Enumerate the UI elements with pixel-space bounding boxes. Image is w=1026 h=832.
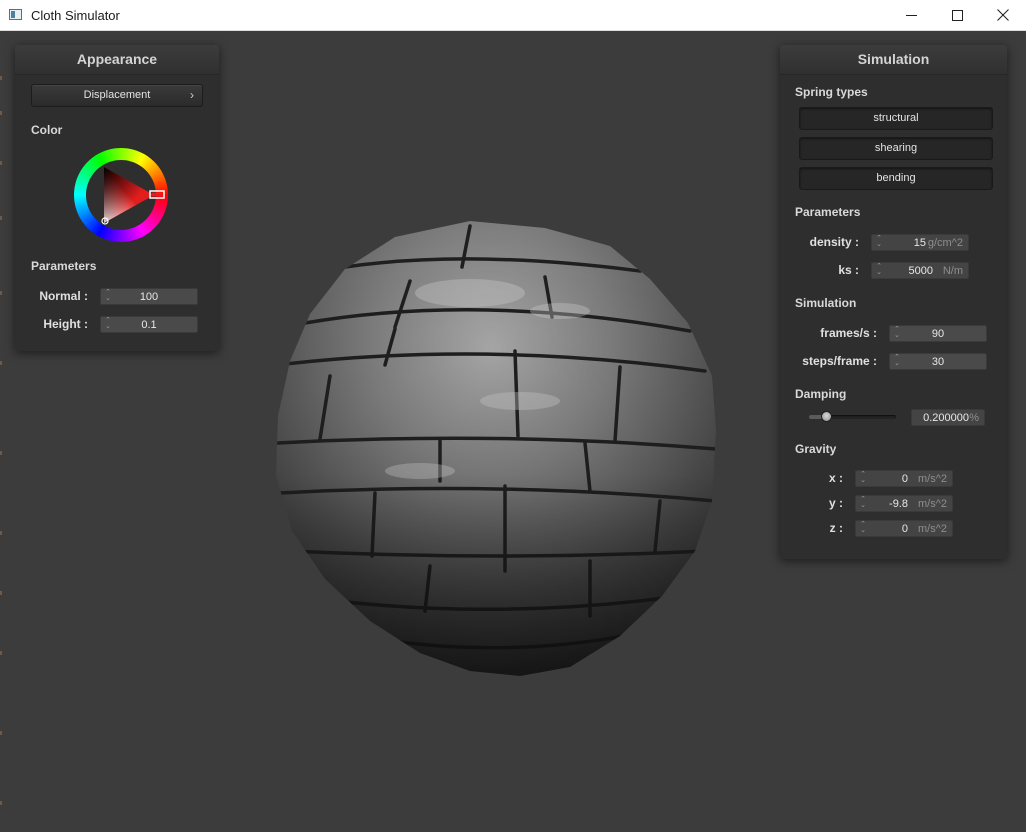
- structural-toggle-button[interactable]: structural: [799, 107, 993, 130]
- damping-unit: %: [969, 412, 979, 424]
- app-icon: [9, 9, 22, 20]
- density-input[interactable]: ⌃ ⌄ 15 g/cm^2: [871, 234, 969, 251]
- color-label: Color: [31, 123, 63, 137]
- sim-params-label: Parameters: [795, 205, 861, 219]
- minimize-button[interactable]: [888, 0, 934, 30]
- spinner-icon[interactable]: ⌃ ⌄: [859, 496, 867, 510]
- appearance-panel-title: Appearance: [15, 45, 219, 75]
- simulation-panel: Simulation Spring types structural shear…: [780, 45, 1007, 559]
- gravity-y-value: -9.8: [889, 498, 908, 510]
- color-wheel[interactable]: [73, 147, 169, 243]
- maximize-button[interactable]: [934, 0, 980, 30]
- ks-input[interactable]: ⌃ ⌄ 5000 N/m: [871, 262, 969, 279]
- maximize-icon: [951, 9, 963, 21]
- spinner-icon[interactable]: ⌃ ⌄: [859, 521, 867, 535]
- gravity-y-unit: m/s^2: [918, 498, 947, 510]
- minimize-icon: [905, 14, 917, 16]
- shader-popup-label: Displacement: [83, 89, 151, 101]
- height-label: Height :: [43, 317, 88, 331]
- spinner-icon[interactable]: ⌃ ⌄: [859, 471, 867, 485]
- normal-label: Normal :: [39, 289, 88, 303]
- spinner-icon[interactable]: ⌃ ⌄: [875, 263, 883, 277]
- window-title: Cloth Simulator: [31, 8, 120, 23]
- bending-toggle-button[interactable]: bending: [799, 167, 993, 190]
- left-edge-marks: [0, 31, 2, 832]
- close-icon: [997, 9, 1009, 21]
- gravity-x-value: 0: [901, 473, 908, 485]
- damping-label: Damping: [795, 387, 847, 401]
- height-input[interactable]: ⌃ ⌄ 0.1: [100, 316, 198, 333]
- frames-per-second-label: frames/s :: [820, 326, 877, 340]
- normal-input[interactable]: ⌃ ⌄ 100: [100, 288, 198, 305]
- appearance-panel: Appearance Displacement › Color Paramete…: [15, 45, 219, 351]
- ks-label: ks :: [838, 263, 859, 277]
- damping-slider-handle[interactable]: [820, 411, 832, 422]
- steps-per-frame-input[interactable]: ⌃ ⌄ 30: [889, 353, 987, 370]
- simulation-section-label: Simulation: [795, 296, 857, 310]
- density-value: 15: [913, 237, 926, 249]
- steps-per-frame-label: steps/frame :: [802, 354, 877, 368]
- normal-value: 100: [139, 291, 159, 303]
- density-label: density :: [809, 235, 859, 249]
- gravity-x-label: x :: [828, 471, 843, 485]
- density-unit: g/cm^2: [927, 237, 963, 249]
- gravity-x-unit: m/s^2: [918, 473, 947, 485]
- height-value: 0.1: [141, 319, 157, 331]
- spinner-icon[interactable]: ⌃ ⌄: [875, 235, 883, 249]
- title-bar: Cloth Simulator: [0, 0, 1026, 31]
- ks-unit: N/m: [942, 265, 963, 277]
- shader-popup-button[interactable]: Displacement ›: [31, 84, 203, 107]
- gravity-label: Gravity: [795, 442, 837, 456]
- gravity-x-input[interactable]: ⌃ ⌄ 0 m/s^2: [855, 470, 953, 487]
- shearing-toggle-button[interactable]: shearing: [799, 137, 993, 160]
- frames-per-second-input[interactable]: ⌃ ⌄ 90: [889, 325, 987, 342]
- steps-per-frame-value: 30: [931, 356, 945, 368]
- spring-types-label: Spring types: [795, 85, 868, 99]
- gravity-y-input[interactable]: ⌃ ⌄ -9.8 m/s^2: [855, 495, 953, 512]
- close-button[interactable]: [980, 0, 1026, 30]
- frames-per-second-value: 90: [931, 328, 945, 340]
- gravity-z-input[interactable]: ⌃ ⌄ 0 m/s^2: [855, 520, 953, 537]
- chevron-right-icon: ›: [190, 88, 194, 102]
- gravity-y-label: y :: [828, 496, 843, 510]
- simulation-panel-title: Simulation: [780, 45, 1007, 75]
- appearance-params-label: Parameters: [31, 259, 97, 273]
- damping-input[interactable]: 0.200000 %: [911, 409, 985, 426]
- ks-value: 5000: [908, 265, 933, 277]
- gravity-z-unit: m/s^2: [918, 523, 947, 535]
- gravity-z-value: 0: [901, 523, 908, 535]
- gravity-z-label: z :: [829, 521, 843, 535]
- damping-value: 0.200000: [923, 412, 969, 424]
